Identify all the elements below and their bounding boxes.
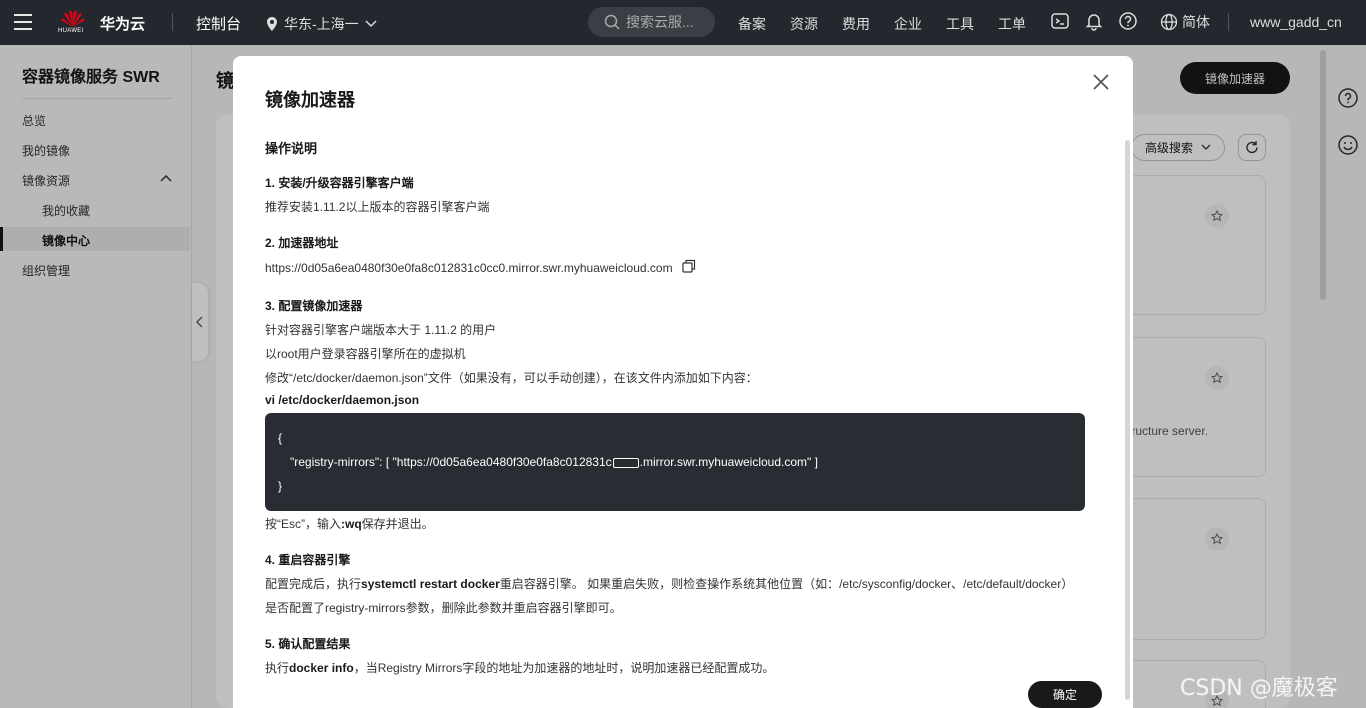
top-link-billing[interactable]: 费用 — [842, 14, 894, 34]
chevron-down-icon — [365, 20, 377, 28]
divider — [1228, 13, 1229, 31]
accelerator-url[interactable]: https://0d05a6ea0480f30e0fa8c012831c0cc0… — [265, 261, 673, 275]
step5-text: 执行docker info，当Registry Mirrors字段的地址为加速器… — [265, 659, 774, 676]
step5-post: ，当Registry Mirrors字段的地址为加速器的地址时，说明加速器已经配… — [353, 661, 775, 675]
step3-line1: 针对容器引擎客户端版本大于 1.11.2 的用户 — [265, 323, 497, 337]
terminal-icon[interactable] — [1050, 11, 1070, 31]
code-line-body: "registry-mirrors": [ "https://0d05a6ea0… — [290, 455, 818, 469]
step4-title: 4. 重启容器引擎 — [265, 553, 351, 567]
globe-icon — [1160, 13, 1178, 31]
step4-line1: 配置完成后，执行systemctl restart docker重启容器引擎。 … — [265, 575, 1073, 592]
step4-line1-cmd: systemctl restart docker — [361, 577, 500, 591]
step3-after-pre: 按“Esc”，输入 — [265, 517, 341, 531]
step3-after-post: 保存并退出。 — [361, 517, 434, 531]
top-icons — [1050, 11, 1138, 31]
user-account-menu[interactable]: www_gadd_cn — [1250, 14, 1342, 30]
confirm-button[interactable]: 确定 — [1028, 681, 1102, 708]
top-link-beian[interactable]: 备案 — [738, 14, 790, 34]
dialog-title: 镜像加速器 — [265, 90, 355, 110]
location-pin-icon — [267, 17, 277, 31]
step5-title: 5. 确认配置结果 — [265, 637, 351, 651]
step1-text: 推荐安装1.11.2以上版本的容器引擎客户端 — [265, 200, 490, 214]
section-title: 操作说明 — [265, 141, 318, 156]
region-selector[interactable]: 华东-上海一 — [266, 14, 377, 34]
close-icon[interactable] — [1091, 72, 1111, 92]
step3-after: 按“Esc”，输入:wq保存并退出。 — [265, 515, 434, 532]
step3-line2: 以root用户登录容器引擎所在的虚拟机 — [265, 347, 466, 361]
region-label: 华东-上海一 — [284, 16, 359, 32]
code-body-end: .mirror.swr.myhuaweicloud.com" ] — [639, 455, 818, 469]
global-search-input[interactable]: 搜索云服... — [588, 7, 715, 37]
code-line-close: } — [278, 479, 283, 493]
top-links: 备案 资源 费用 企业 工具 工单 — [738, 14, 1050, 34]
step3-command: vi /etc/docker/daemon.json — [265, 393, 420, 407]
language-label: 简体 — [1182, 14, 1210, 30]
huawei-logo-text: HUAWEI — [58, 28, 84, 34]
divider — [172, 13, 173, 31]
code-body-start: "registry-mirrors": [ "https://0d05a6ea0… — [290, 455, 612, 469]
brand-name[interactable]: 华为云 — [100, 13, 145, 34]
dialog-scrollbar[interactable] — [1125, 140, 1130, 700]
step2-title: 2. 加速器地址 — [265, 236, 339, 250]
step4-line1-pre: 配置完成后，执行 — [265, 577, 362, 591]
step3-after-cmd: :wq — [341, 517, 362, 531]
step3-title: 3. 配置镜像加速器 — [265, 299, 363, 313]
bell-icon[interactable] — [1084, 11, 1104, 31]
step4-line1-post: 重启容器引擎。 如果重启失败，则检查操作系统其他位置（如：/etc/syscon… — [499, 577, 1074, 591]
help-icon[interactable] — [1118, 11, 1138, 31]
top-link-tools[interactable]: 工具 — [946, 14, 998, 34]
language-selector[interactable]: 简体 — [1160, 12, 1210, 32]
image-accelerator-dialog: 镜像加速器 操作说明 1. 安装/升级容器引擎客户端 推荐安装1.11.2以上版… — [233, 56, 1133, 708]
code-line-open: { — [278, 431, 283, 445]
watermark: CSDN @魔极客 — [1180, 676, 1338, 701]
top-link-tickets[interactable]: 工单 — [998, 14, 1050, 34]
search-placeholder: 搜索云服... — [626, 14, 694, 30]
hamburger-menu-icon[interactable] — [14, 14, 32, 30]
top-link-resources[interactable]: 资源 — [790, 14, 842, 34]
redacted-block — [612, 457, 639, 468]
code-block: { "registry-mirrors": [ "https://0d05a6e… — [265, 413, 1085, 511]
top-nav-bar: HUAWEI 华为云 控制台 华东-上海一 搜索云服... 备案 资源 费用 企… — [0, 0, 1366, 45]
copy-icon[interactable] — [682, 259, 696, 273]
step5-pre: 执行 — [265, 661, 290, 675]
step3-line3: 修改“/etc/docker/daemon.json”文件（如果没有，可以手动创… — [265, 371, 758, 385]
console-link[interactable]: 控制台 — [196, 13, 241, 34]
step4-line2: 是否配置了registry-mirrors参数，删除此参数并重启容器引擎即可。 — [265, 601, 622, 615]
step1-title: 1. 安装/升级容器引擎客户端 — [265, 176, 414, 190]
search-icon — [604, 14, 620, 30]
step5-cmd: docker info — [289, 661, 354, 675]
top-link-enterprise[interactable]: 企业 — [894, 14, 946, 34]
